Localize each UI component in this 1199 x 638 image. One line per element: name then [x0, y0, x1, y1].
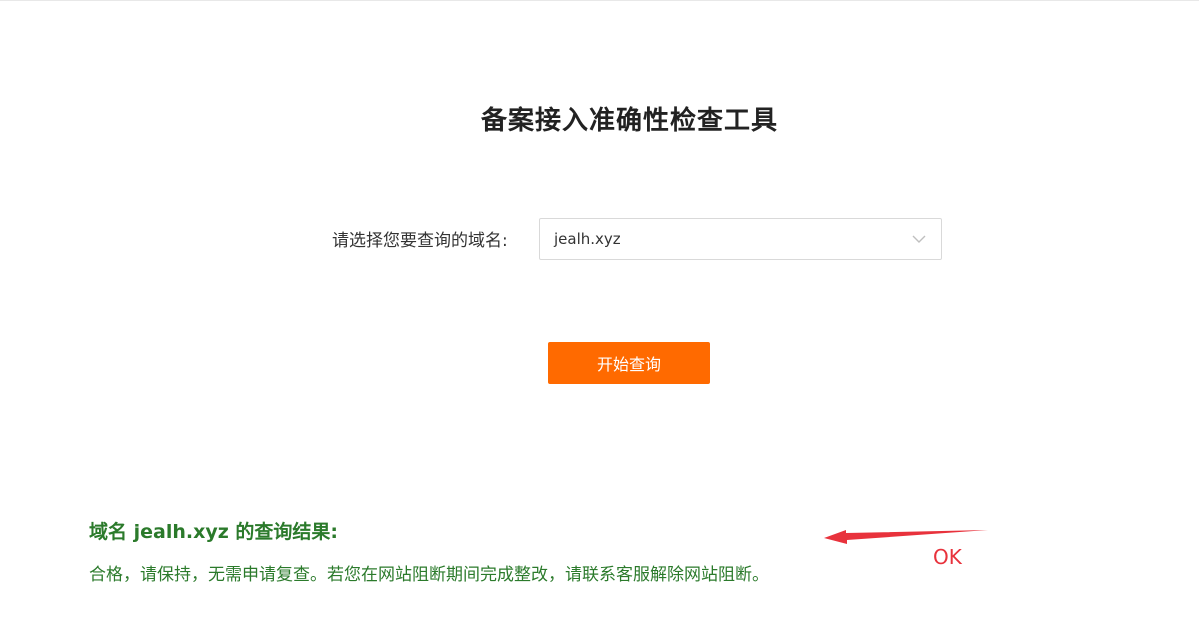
domain-row: 请选择您要查询的域名: jealh.xyz: [332, 217, 942, 260]
result-title: 域名 jealh.xyz 的查询结果:: [89, 521, 339, 543]
domain-select[interactable]: jealh.xyz: [539, 217, 942, 260]
domain-select-label: 请选择您要查询的域名:: [332, 231, 508, 251]
domain-select-value: jealh.xyz: [554, 229, 621, 248]
result-text: 合格，请保持，无需申请复查。若您在网站阻断期间完成整改，请联系客服解除网站阻断。: [89, 565, 769, 585]
page-title: 备案接入准确性检查工具: [480, 106, 778, 136]
chevron-down-icon: [912, 235, 926, 243]
start-query-button[interactable]: 开始查询: [548, 342, 710, 384]
annotation-arrow: [824, 530, 988, 544]
top-border: [0, 0, 1199, 1]
annotation-ok-text: OK: [933, 545, 962, 569]
